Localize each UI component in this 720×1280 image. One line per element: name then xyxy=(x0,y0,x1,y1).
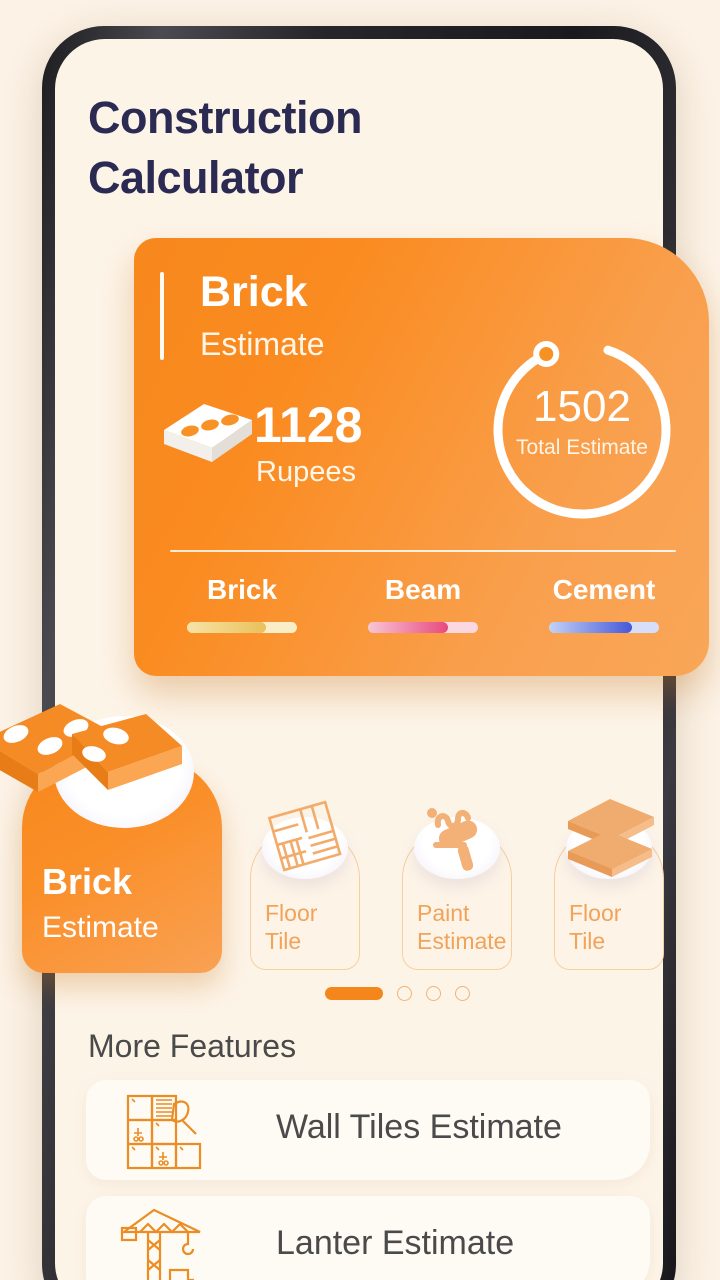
stat-brick: Brick xyxy=(158,574,326,633)
category-tile-floor-tile[interactable]: Floor Tile xyxy=(250,800,360,970)
tile-icon xyxy=(402,791,512,883)
app-screen: Construction Calculator Brick Estimate 1… xyxy=(0,0,720,1280)
ring-label: Total Estimate xyxy=(516,436,648,459)
tile-label: Floor Tile xyxy=(265,899,317,955)
stat-track xyxy=(368,622,478,633)
pager-dot[interactable] xyxy=(455,986,470,1001)
tile-label: Brick Estimate xyxy=(42,859,159,951)
feature-label: Wall Tiles Estimate xyxy=(276,1108,562,1146)
total-estimate-ring: 1502 Total Estimate xyxy=(486,334,678,526)
page-title: Construction Calculator xyxy=(88,92,362,203)
tile-label-sub: Tile xyxy=(265,928,302,954)
stat-track xyxy=(187,622,297,633)
stat-beam: Beam xyxy=(339,574,507,633)
brick-icon xyxy=(164,404,252,462)
stat-fill xyxy=(368,622,449,633)
floor-tile-icon xyxy=(267,800,342,872)
tile-label-sub: Estimate xyxy=(417,928,507,954)
brick-stack-icon xyxy=(0,704,182,792)
tile-label-sub: Tile xyxy=(569,928,606,954)
tile-icon xyxy=(554,791,664,883)
tile-label: Paint Estimate xyxy=(417,899,506,955)
card-accent-bar xyxy=(160,272,164,360)
wall-tile-trowel-icon xyxy=(126,1094,202,1170)
feature-row-lanter[interactable]: Lanter Estimate xyxy=(86,1196,650,1280)
feature-row-wall-tiles[interactable]: Wall Tiles Estimate xyxy=(86,1080,650,1180)
stat-fill xyxy=(549,622,632,633)
stat-label: Brick xyxy=(206,574,278,605)
more-features-heading: More Features xyxy=(88,1028,297,1064)
stat-label: Beam xyxy=(384,574,462,605)
card-title: Brick xyxy=(200,268,308,316)
card-subtitle: Estimate xyxy=(200,326,325,362)
steel-beam-icon xyxy=(568,799,654,877)
tile-label-main: Paint xyxy=(417,900,470,926)
card-amount-unit: Rupees xyxy=(256,456,356,488)
screenshot-root: Construction Calculator Brick Estimate 1… xyxy=(0,0,720,1280)
stat-fill xyxy=(187,622,267,633)
stat-bars: Brick Beam Cement xyxy=(158,574,688,633)
crane-icon xyxy=(120,1208,201,1280)
brick-estimate-card[interactable]: Brick Estimate 1128 Rupees 1502 Total Es… xyxy=(134,238,709,676)
carousel-pagination[interactable] xyxy=(325,986,470,1001)
category-tile-paint-estimate[interactable]: Paint Estimate xyxy=(402,808,512,970)
feature-label: Lanter Estimate xyxy=(276,1224,515,1262)
tile-label-main: Brick xyxy=(42,861,133,902)
tile-label-sub: Estimate xyxy=(42,911,159,944)
ring-value: 1502 xyxy=(533,382,631,431)
category-tile-row: Brick Estimate Floor Tile Paint Estimate Floor… xyxy=(0,704,720,973)
paint-roller-icon xyxy=(427,808,478,871)
tile-icon xyxy=(250,791,360,883)
tile-label: Floor Tile xyxy=(569,899,621,955)
category-tile-floor-tile[interactable]: Floor Tile xyxy=(554,799,664,970)
pager-active-indicator[interactable] xyxy=(325,987,383,1000)
tile-label-main: Floor xyxy=(265,900,318,926)
card-amount: 1128 xyxy=(254,397,363,453)
stat-cement: Cement xyxy=(520,574,688,633)
stat-track xyxy=(549,622,659,633)
card-divider xyxy=(170,550,676,552)
stat-label: Cement xyxy=(552,574,656,605)
tile-label-main: Floor xyxy=(569,900,622,926)
pager-dot[interactable] xyxy=(397,986,412,1001)
pager-dot[interactable] xyxy=(426,986,441,1001)
category-tile-brick-estimate[interactable]: Brick Estimate xyxy=(0,704,222,973)
